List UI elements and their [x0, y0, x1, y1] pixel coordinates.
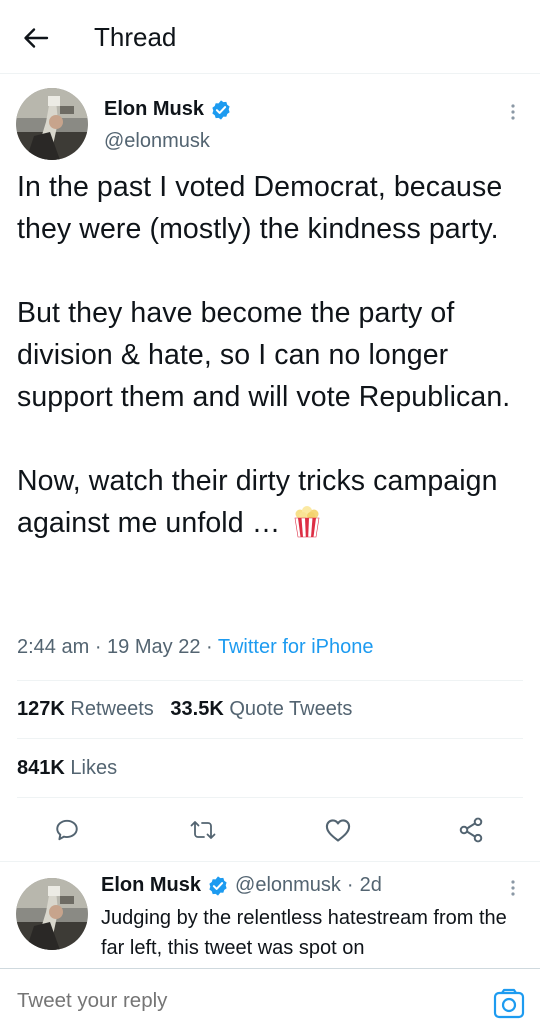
meta-separator: ·	[94, 636, 108, 658]
retweet-button[interactable]	[183, 810, 223, 850]
more-vertical-icon	[511, 104, 515, 120]
tweet-source-link[interactable]: Twitter for iPhone	[218, 636, 374, 658]
likes-link[interactable]: 841K Likes	[17, 757, 117, 779]
popcorn-icon	[294, 506, 320, 538]
verified-badge-icon	[209, 875, 227, 896]
back-button[interactable]	[18, 20, 54, 56]
more-options-button[interactable]	[504, 876, 522, 905]
quotes-label: Quote Tweets	[229, 698, 353, 720]
reply-input[interactable]	[17, 989, 457, 1013]
retweet-icon	[190, 821, 216, 839]
like-icon	[325, 819, 351, 842]
divider	[17, 797, 523, 798]
avatar[interactable]	[16, 878, 88, 950]
tweet-text: In the past I voted Democrat, because th…	[17, 166, 527, 544]
share-button[interactable]	[451, 810, 491, 850]
author-name-text: Elon Musk	[104, 98, 205, 120]
tweet-body: In the past I voted Democrat, because th…	[17, 171, 511, 539]
more-options-button[interactable]	[504, 100, 522, 129]
divider	[17, 680, 523, 681]
divider	[17, 738, 523, 739]
more-vertical-icon	[511, 880, 515, 896]
reply-tweet[interactable]: Elon Musk @elonmusk · 2d Judging by the …	[0, 862, 540, 970]
tweet-time: 2:44 am	[17, 636, 90, 658]
arrow-left-icon	[24, 28, 49, 48]
tweet-meta: 2:44 am · 19 May 22 · Twitter for iPhone	[17, 636, 373, 659]
reply-icon	[56, 819, 78, 841]
top-bar: Thread	[0, 0, 540, 74]
tweet-date: 19 May 22	[107, 636, 201, 658]
reply-text: Judging by the relentless hatestream fro…	[101, 907, 507, 959]
reply-button[interactable]	[47, 810, 87, 850]
page-title: Thread	[94, 22, 177, 52]
retweets-count: 127K	[17, 698, 65, 720]
share-icon	[459, 817, 483, 843]
reply-composer	[0, 968, 540, 1035]
quotes-count: 33.5K	[170, 698, 224, 720]
camera-button[interactable]	[492, 987, 526, 1021]
retweets-link[interactable]: 127K Retweets	[17, 698, 154, 720]
retweet-stats: 127K Retweets 33.5K Quote Tweets	[17, 698, 352, 721]
avatar[interactable]	[16, 88, 88, 160]
likes-count: 841K	[17, 757, 65, 779]
quote-tweets-link[interactable]: 33.5K Quote Tweets	[170, 698, 352, 720]
retweets-label: Retweets	[70, 698, 154, 720]
reply-author-name[interactable]: Elon Musk	[101, 874, 201, 897]
camera-icon	[493, 988, 525, 1019]
like-button[interactable]	[318, 810, 358, 850]
likes-stats: 841K Likes	[17, 757, 117, 780]
meta-separator: ·	[346, 874, 354, 896]
reply-age: 2d	[359, 874, 382, 896]
action-bar	[0, 810, 540, 850]
author-handle[interactable]: @elonmusk	[104, 130, 210, 153]
reply-header: Elon Musk @elonmusk · 2d	[101, 874, 382, 897]
reply-handle[interactable]: @elonmusk	[235, 874, 341, 897]
author-name[interactable]: Elon Musk	[104, 98, 232, 121]
likes-label: Likes	[70, 757, 118, 779]
verified-badge-icon	[212, 99, 230, 120]
meta-separator: ·	[206, 636, 218, 658]
